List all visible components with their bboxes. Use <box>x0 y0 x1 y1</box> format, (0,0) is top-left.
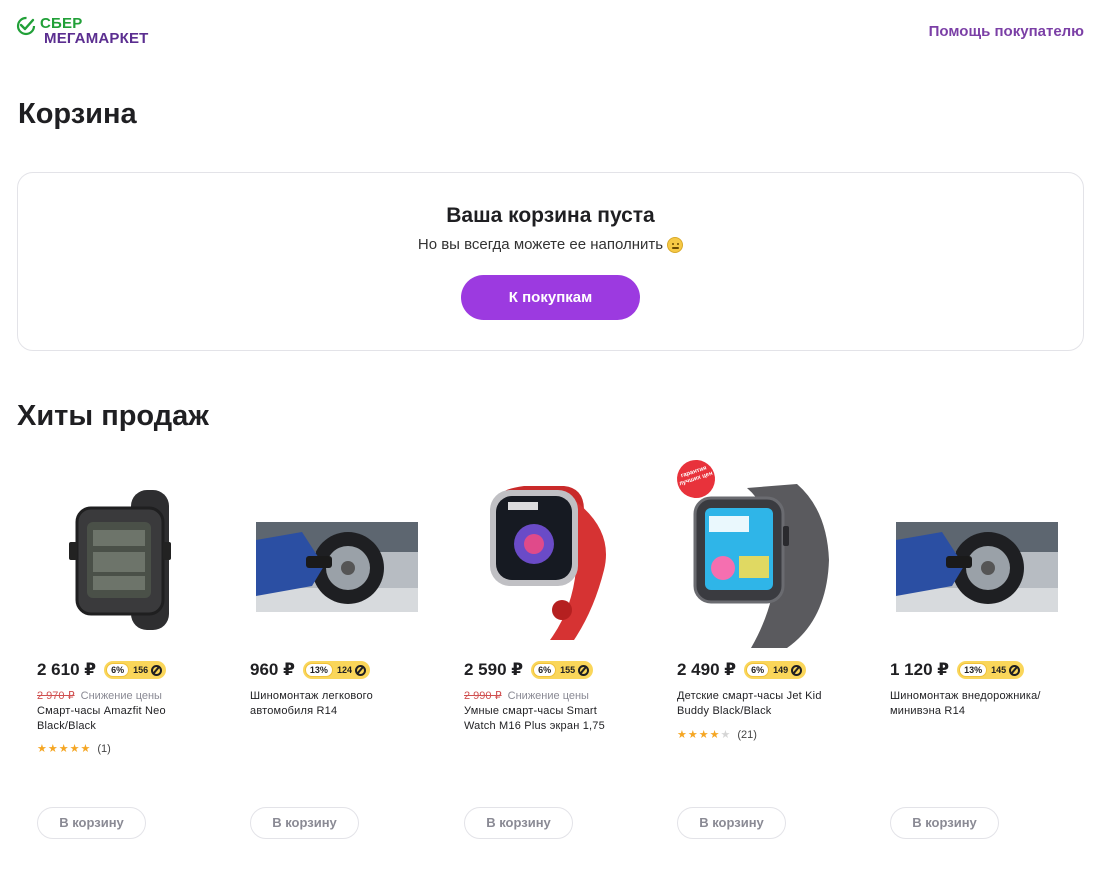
bonus-points: 156 <box>133 665 149 675</box>
bonus-points: 149 <box>773 665 789 675</box>
discount-label: Снижение цены <box>507 690 589 702</box>
reviews-count: (1) <box>97 742 111 755</box>
product-name[interactable]: Шиномонтаж внедорожника/ минивэна R14 <box>890 689 1060 719</box>
price-row: 2 610 ₽ 6% 156 <box>37 660 167 680</box>
empty-cart-subtitle: Но вы всегда можете ее наполнить <box>417 236 664 253</box>
product-name-line2: Buddy Black/Black <box>677 705 772 717</box>
product-card[interactable]: 1 120 ₽ 13% 145 Шиномонтаж внедорожника/… <box>890 460 1080 850</box>
customer-help-link[interactable]: Помощь покупателю <box>929 23 1084 40</box>
add-to-cart-button[interactable]: В корзину <box>890 807 999 839</box>
bonus-percent: 6% <box>106 663 130 677</box>
star-icon: ★ <box>37 743 47 755</box>
bonus-badge: 6% 155 <box>531 661 594 679</box>
product-card[interactable]: 2 610 ₽ 6% 156 2 970 ₽ Снижение цены Сма… <box>37 460 227 850</box>
logo-text-sber: СБЕР <box>40 15 83 32</box>
product-name-line1: Шиномонтаж внедорожника/ <box>890 690 1041 702</box>
product-name-line1: Детские смарт-часы Jet Kid <box>677 690 822 702</box>
bestsellers-title: Хиты продаж <box>17 400 209 432</box>
product-name-line2: Black/Black <box>37 720 97 732</box>
kids-smartwatch-icon[interactable] <box>677 470 857 650</box>
bestsellers-list: 2 610 ₽ 6% 156 2 970 ₽ Снижение цены Сма… <box>0 455 1114 860</box>
header: СБЕР МЕГАМАРКЕТ Помощь покупателю <box>0 0 1114 70</box>
bonus-points: 155 <box>560 665 576 675</box>
product-card[interactable]: 960 ₽ 13% 124 Шиномонтаж легкового автом… <box>250 460 440 850</box>
discount-row: 2 990 ₽ Снижение цены <box>464 689 589 702</box>
product-name-line1: Смарт-часы Amazfit Neo <box>37 705 166 717</box>
star-icon: ★ <box>709 729 720 741</box>
sber-megamarket-logo[interactable]: СБЕР МЕГАМАРКЕТ <box>16 16 149 46</box>
star-icon: ★ <box>58 743 69 755</box>
old-price: 2 970 ₽ <box>37 690 75 702</box>
discount-row: 2 970 ₽ Снижение цены <box>37 689 162 702</box>
bonus-points-icon <box>151 664 163 676</box>
discount-label: Снижение цены <box>80 690 162 702</box>
star-icon: ★ <box>80 743 91 755</box>
product-name-line1: Шиномонтаж легкового <box>250 690 373 702</box>
add-to-cart-button[interactable]: В корзину <box>250 807 359 839</box>
go-shopping-button[interactable]: К покупкам <box>461 275 640 320</box>
tire-service-icon[interactable] <box>890 470 1070 650</box>
price-row: 2 490 ₽ 6% 149 <box>677 660 807 680</box>
bonus-percent: 13% <box>304 663 333 677</box>
bonus-badge: 6% 156 <box>104 661 167 679</box>
add-to-cart-button[interactable]: В корзину <box>37 807 146 839</box>
bonus-percent: 13% <box>959 663 988 677</box>
smile-emoji-icon <box>667 236 684 253</box>
bonus-points-icon <box>1009 664 1021 676</box>
star-icon: ★ <box>698 729 709 741</box>
product-name-line2: минивэна R14 <box>890 705 966 717</box>
product-name-line1: Умные смарт-часы Smart <box>464 705 598 717</box>
sber-logo-icon <box>16 16 36 36</box>
bonus-points: 145 <box>991 665 1007 675</box>
product-name[interactable]: Детские смарт-часы Jet Kid Buddy Black/B… <box>677 689 847 719</box>
star-icon: ★ <box>69 743 80 755</box>
bonus-badge: 6% 149 <box>744 661 807 679</box>
smartwatch-black-icon[interactable] <box>37 470 217 650</box>
bonus-badge: 13% 124 <box>302 661 370 679</box>
price-row: 960 ₽ 13% 124 <box>250 660 370 680</box>
bonus-percent: 6% <box>533 663 557 677</box>
tire-service-icon[interactable] <box>250 470 430 650</box>
bonus-points-icon <box>791 664 803 676</box>
reviews-count: (21) <box>737 728 757 741</box>
price-row: 1 120 ₽ 13% 145 <box>890 660 1025 680</box>
logo-text-megamarket: МЕГАМАРКЕТ <box>44 30 149 47</box>
product-name-line2: автомобиля R14 <box>250 705 338 717</box>
product-name[interactable]: Смарт-часы Amazfit Neo Black/Black <box>37 704 207 734</box>
product-card[interactable]: гарантия лучших цен 2 490 ₽ 6% 149 Детск… <box>672 455 867 850</box>
product-price: 2 610 ₽ <box>37 660 97 679</box>
product-price: 2 590 ₽ <box>464 660 524 679</box>
empty-cart-title: Ваша корзина пуста <box>446 204 655 227</box>
bonus-badge: 13% 145 <box>957 661 1025 679</box>
star-icon: ★ <box>687 729 698 741</box>
star-empty-icon: ★ <box>720 729 731 741</box>
add-to-cart-button[interactable]: В корзину <box>677 807 786 839</box>
star-icon: ★ <box>47 743 58 755</box>
product-rating[interactable]: ★ ★ ★ ★ ★ (1) <box>37 742 111 756</box>
bonus-points-icon <box>354 664 366 676</box>
empty-cart-subtitle-row: Но вы всегда можете ее наполнить <box>18 236 1083 253</box>
add-to-cart-button[interactable]: В корзину <box>464 807 573 839</box>
product-name-line2: Watch M16 Plus экран 1,75 <box>464 720 605 732</box>
price-row: 2 590 ₽ 6% 155 <box>464 660 594 680</box>
bonus-points-icon <box>578 664 590 676</box>
product-price: 1 120 ₽ <box>890 660 950 679</box>
empty-cart-card: Ваша корзина пуста Но вы всегда можете е… <box>17 172 1084 351</box>
page-title: Корзина <box>18 98 137 130</box>
product-price: 960 ₽ <box>250 660 295 679</box>
bonus-percent: 6% <box>746 663 770 677</box>
smartwatch-red-icon[interactable] <box>464 470 644 650</box>
old-price: 2 990 ₽ <box>464 690 502 702</box>
star-icon: ★ <box>677 729 687 741</box>
product-rating[interactable]: ★ ★ ★ ★ ★ (21) <box>677 728 757 742</box>
product-card[interactable]: 2 590 ₽ 6% 155 2 990 ₽ Снижение цены Умн… <box>464 460 654 850</box>
product-price: 2 490 ₽ <box>677 660 737 679</box>
bonus-points: 124 <box>336 665 352 675</box>
product-name[interactable]: Шиномонтаж легкового автомобиля R14 <box>250 689 420 719</box>
product-name[interactable]: Умные смарт-часы Smart Watch M16 Plus эк… <box>464 704 634 734</box>
